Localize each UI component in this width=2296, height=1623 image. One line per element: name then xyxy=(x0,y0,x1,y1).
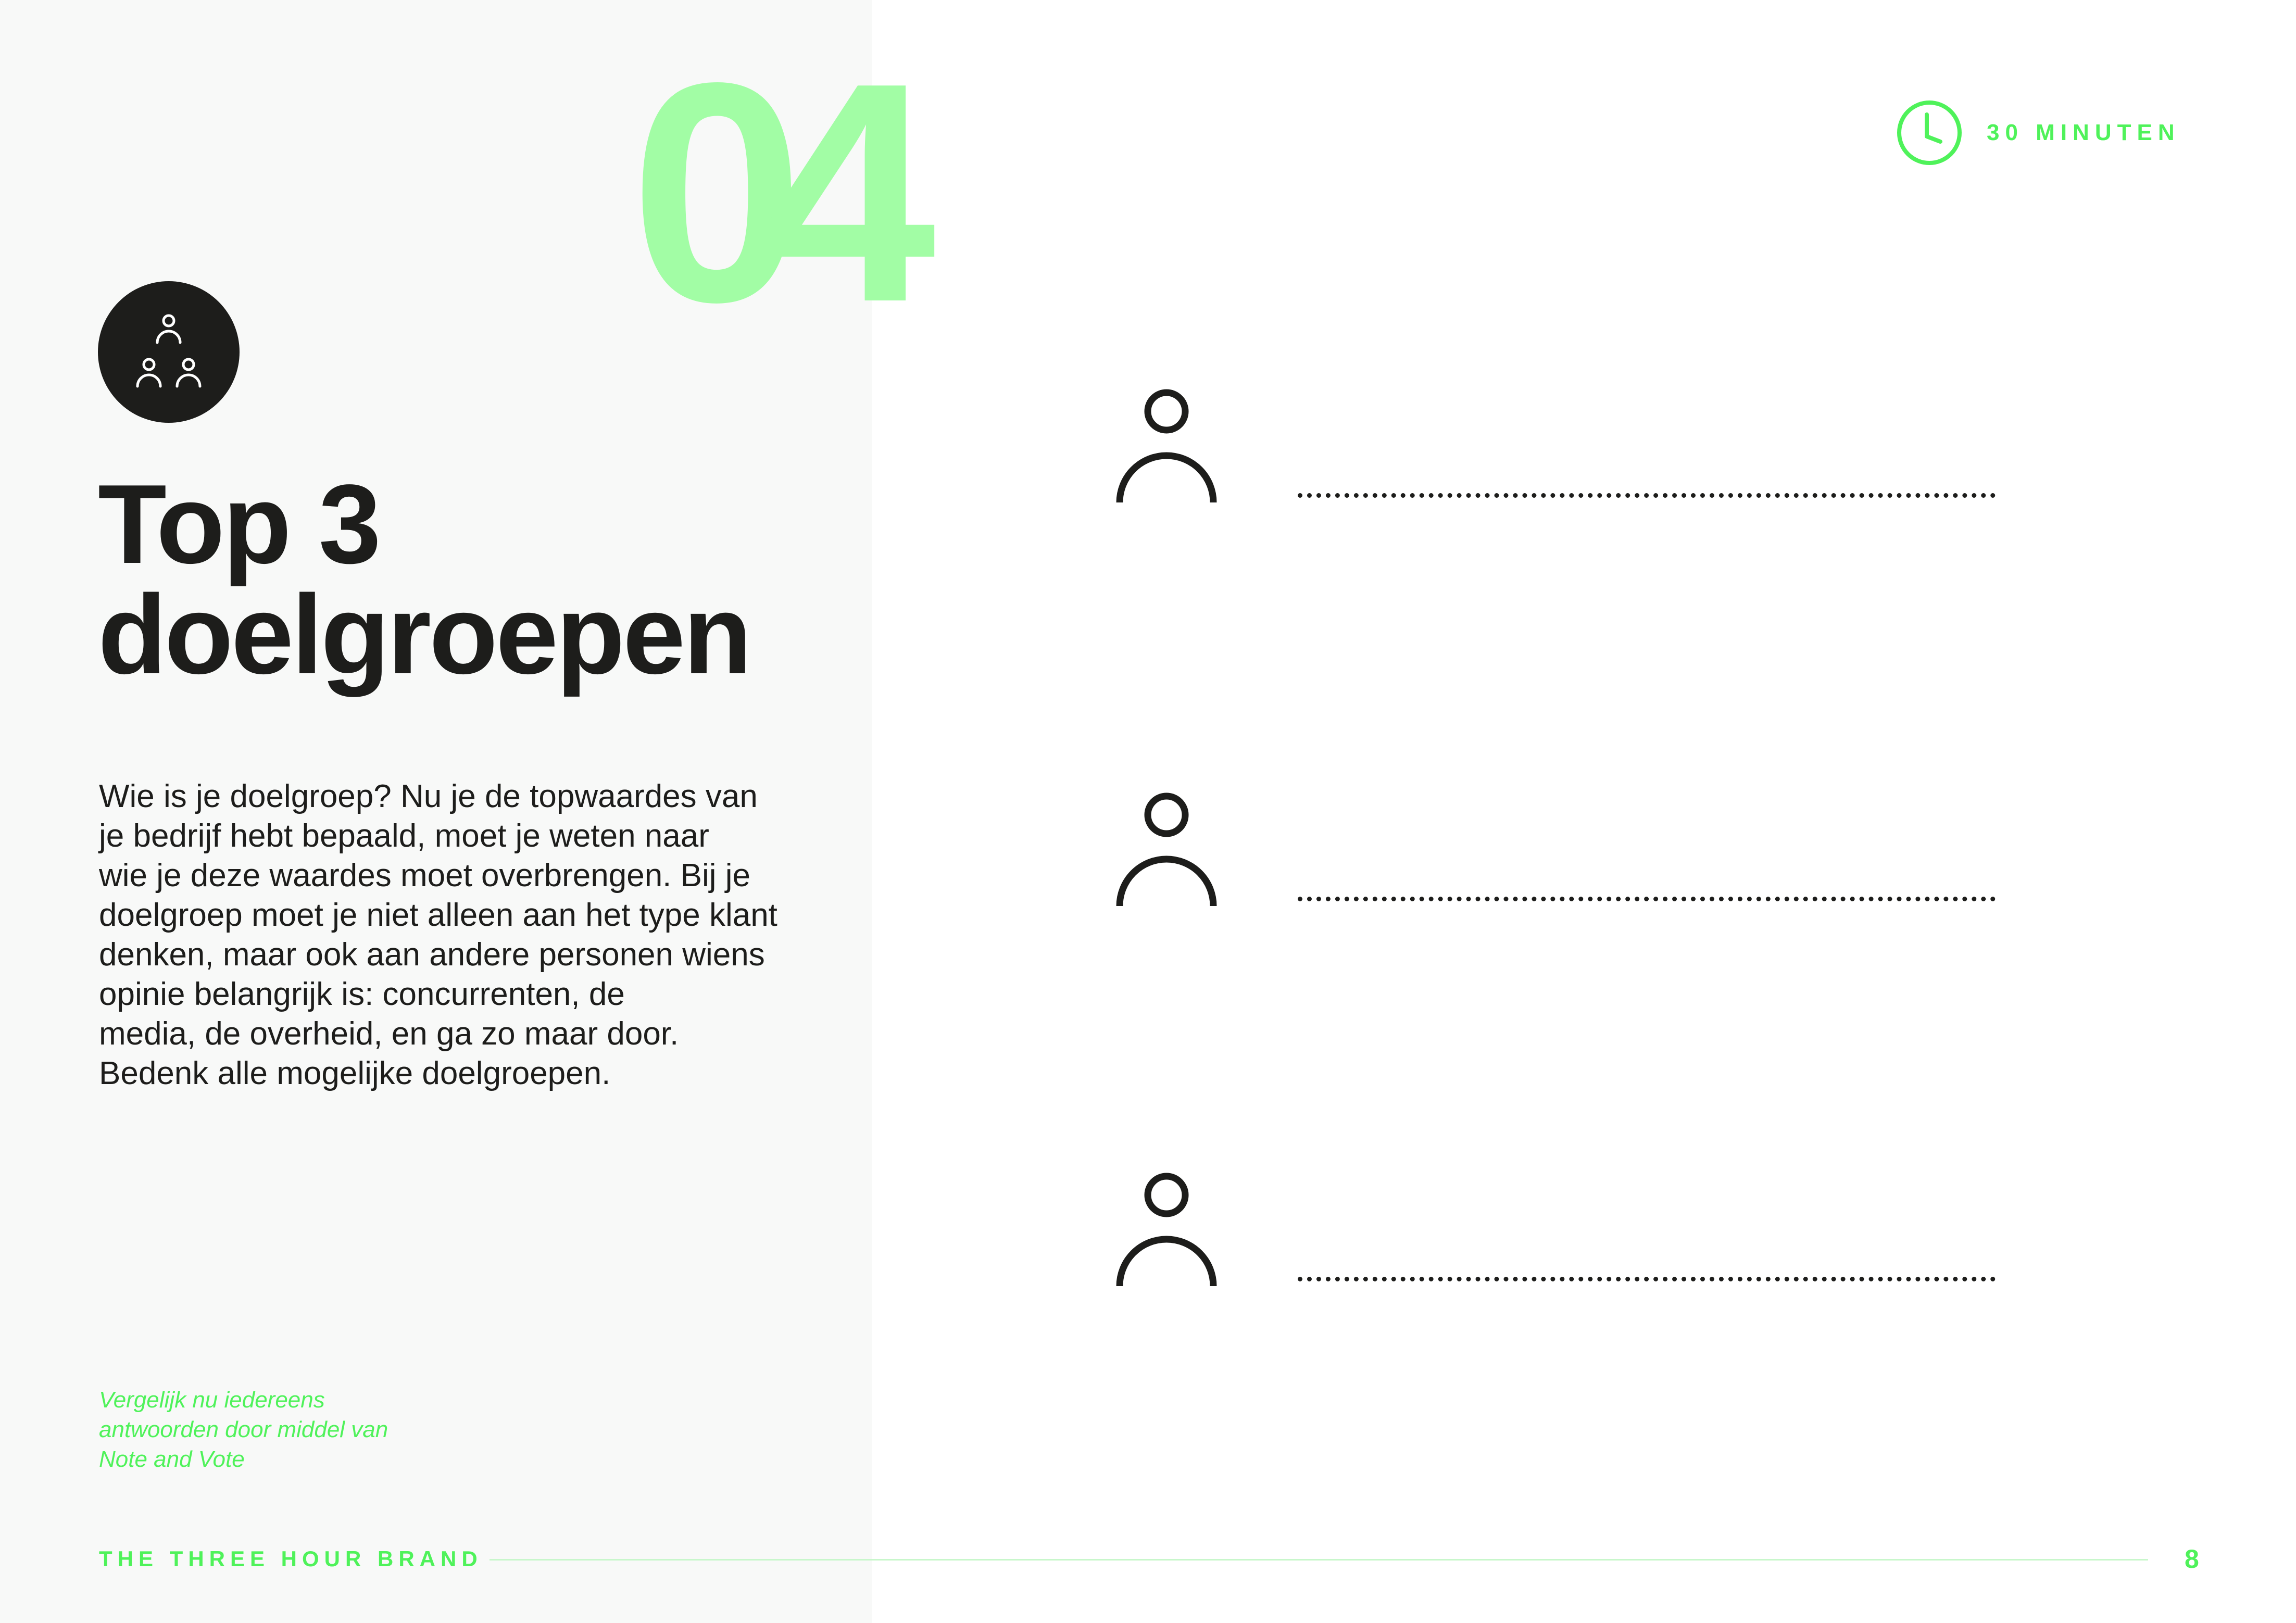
person-icon xyxy=(1116,389,1217,503)
answer-line[interactable] xyxy=(1298,1277,1996,1281)
description-line: Bedenk alle mogelijke doelgroepen. xyxy=(99,1055,611,1091)
description-line: opinie belangrijk is: concurrenten, de xyxy=(99,976,625,1012)
audience-entry-1 xyxy=(1114,388,2156,513)
note-line: antwoorden door middel van xyxy=(99,1417,388,1442)
footer-divider xyxy=(490,1559,2148,1561)
answer-line[interactable] xyxy=(1298,897,1996,901)
description: Wie is je doelgroep? Nu je de topwaardes… xyxy=(99,777,786,1093)
page-title: Top 3 doelgroepen xyxy=(98,461,752,697)
description-line: doelgroep moet je niet alleen aan het ty… xyxy=(99,897,777,933)
person-icon xyxy=(1116,1173,1217,1287)
group-people-icon xyxy=(136,314,202,388)
description-line: media, de overheid, en ga zo maar door. xyxy=(99,1016,679,1052)
footer-brand: THE THREE HOUR BRAND xyxy=(99,1546,483,1571)
timer-label: 30 MINUTEN xyxy=(1987,120,2180,145)
answer-line[interactable] xyxy=(1298,493,1996,498)
description-line: je bedrijf hebt bepaald, moet je weten n… xyxy=(99,818,709,854)
description-line: Wie is je doelgroep? Nu je de topwaardes… xyxy=(99,778,758,814)
description-line: denken, maar ook aan andere personen wie… xyxy=(99,937,765,973)
title-line-2: doelgroepen xyxy=(98,571,752,697)
description-line: wie je deze waardes moet overbrengen. Bi… xyxy=(99,858,751,894)
title-line-1: Top 3 xyxy=(98,461,381,587)
note: Vergelijk nu iedereens antwoorden door m… xyxy=(99,1385,463,1474)
note-line: Note and Vote xyxy=(99,1446,245,1472)
clock-icon xyxy=(1897,100,1962,165)
note-line: Vergelijk nu iedereens xyxy=(99,1387,325,1413)
step-number: 04 xyxy=(630,18,936,367)
audience-entry-3 xyxy=(1114,1172,2156,1297)
timer: 30 MINUTEN xyxy=(1896,99,2180,167)
badge xyxy=(98,281,240,423)
page-number: 8 xyxy=(2185,1544,2199,1574)
person-icon xyxy=(1116,792,1217,907)
audience-entry-2 xyxy=(1114,791,2156,916)
